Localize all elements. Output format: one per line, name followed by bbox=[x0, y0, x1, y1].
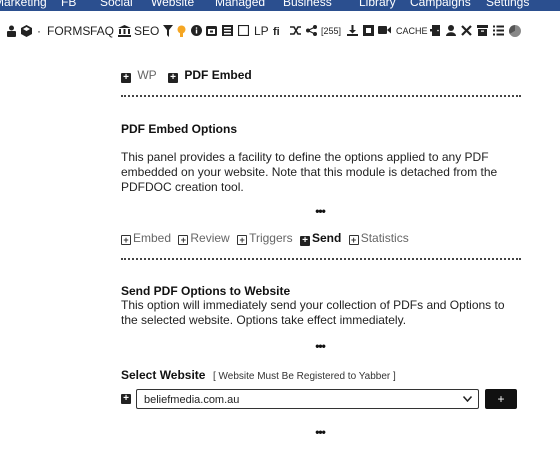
counter-badge: [255] bbox=[321, 26, 342, 36]
plus-square-outline-icon: + bbox=[121, 235, 131, 245]
plus-square-outline-icon: + bbox=[348, 235, 359, 245]
tab-review[interactable]: + Review bbox=[178, 231, 230, 245]
breadcrumb-current: PDF Embed bbox=[184, 68, 252, 82]
video-icon[interactable] bbox=[378, 20, 391, 42]
ellipsis-more[interactable]: ••• bbox=[300, 204, 340, 218]
info-icon[interactable] bbox=[191, 20, 202, 42]
tools-icon[interactable] bbox=[461, 20, 472, 42]
bullets-icon[interactable] bbox=[493, 20, 504, 42]
tab-embed[interactable]: + Embed bbox=[121, 231, 171, 245]
nav-item-managed[interactable]: Managed bbox=[215, 0, 265, 9]
list-icon[interactable] bbox=[222, 20, 233, 42]
filter-icon[interactable] bbox=[163, 20, 173, 42]
plus-square-icon: + bbox=[121, 73, 131, 83]
breadcrumb-wp[interactable]: WP bbox=[137, 68, 156, 82]
plus-square-outline-icon: + bbox=[237, 235, 248, 245]
nav-item-marketing[interactable]: Marketing bbox=[0, 0, 47, 9]
nav-item-fb[interactable]: FB bbox=[61, 0, 76, 9]
select-website-row: + beliefmedia.com.au + bbox=[121, 389, 521, 411]
forms-link[interactable]: FORMS bbox=[47, 20, 90, 42]
website-select[interactable]: beliefmedia.com.au bbox=[136, 389, 479, 409]
toolbar: · FORMS FAQ SEO LP fi [255] CACHE bbox=[0, 20, 560, 42]
archive-icon[interactable] bbox=[477, 20, 488, 42]
lp-link[interactable]: LP bbox=[254, 20, 269, 42]
faq-link[interactable]: FAQ bbox=[90, 20, 114, 42]
add-website-button[interactable]: + bbox=[485, 389, 517, 409]
nav-item-library[interactable]: Library bbox=[359, 0, 396, 9]
nav-item-social[interactable]: Social bbox=[100, 0, 133, 9]
box-icon[interactable] bbox=[363, 20, 374, 42]
ellipsis-more[interactable]: ••• bbox=[300, 339, 340, 353]
website-select-value: beliefmedia.com.au bbox=[144, 394, 240, 406]
ellipsis-more[interactable]: ••• bbox=[300, 425, 340, 439]
shuffle-icon[interactable] bbox=[290, 20, 302, 42]
user-icon[interactable] bbox=[446, 20, 456, 42]
page: Marketing FB Social Website Managed Busi… bbox=[0, 0, 560, 449]
square-icon[interactable] bbox=[238, 20, 249, 42]
share-icon[interactable] bbox=[306, 20, 317, 42]
pie-chart-icon[interactable] bbox=[509, 20, 521, 42]
seo-link[interactable]: SEO bbox=[134, 20, 159, 42]
tab-triggers[interactable]: + Triggers bbox=[237, 231, 293, 245]
plus-square-outline-icon: + bbox=[178, 235, 189, 245]
cache-link[interactable]: CACHE bbox=[396, 20, 428, 42]
calendar-icon[interactable] bbox=[206, 20, 217, 42]
nav-item-business[interactable]: Business bbox=[283, 0, 332, 9]
lightbulb-icon[interactable] bbox=[177, 20, 186, 42]
tab-bar: + Embed + Review + Triggers + Send + Statisti… bbox=[121, 231, 413, 246]
fi-ligature-icon[interactable]: fi bbox=[273, 20, 285, 42]
user-lock-icon[interactable] bbox=[6, 20, 17, 42]
divider bbox=[121, 95, 521, 97]
door-icon[interactable] bbox=[430, 20, 441, 42]
nav-item-website[interactable]: Website bbox=[151, 0, 194, 9]
send-description: This option will immediately send your c… bbox=[121, 298, 505, 327]
top-navigation: Marketing FB Social Website Managed Busi… bbox=[0, 0, 560, 11]
nav-item-campaigns[interactable]: Campaigns bbox=[410, 0, 471, 9]
select-website-note: [ Website Must Be Registered to Yabber ] bbox=[212, 371, 396, 382]
plus-square-icon: + bbox=[300, 236, 310, 246]
breadcrumb: + WP + PDF Embed bbox=[121, 68, 252, 83]
select-website-label-row: Select Website [ Website Must Be Registe… bbox=[121, 366, 396, 384]
chevron-down-icon bbox=[463, 396, 472, 402]
toolbar-bullet: · bbox=[37, 24, 41, 38]
svg-text:fi: fi bbox=[273, 26, 280, 37]
options-description: This panel provides a facility to define… bbox=[121, 150, 498, 194]
divider bbox=[121, 258, 521, 260]
download-icon[interactable] bbox=[347, 20, 358, 42]
plus-square-icon: + bbox=[168, 73, 179, 83]
nav-item-settings[interactable]: Settings bbox=[486, 0, 529, 9]
cube-icon[interactable] bbox=[21, 20, 32, 42]
tab-statistics[interactable]: + Statistics bbox=[348, 231, 409, 245]
send-heading: Send PDF Options to Website bbox=[121, 284, 291, 298]
options-heading: PDF Embed Options bbox=[121, 122, 238, 136]
select-website-label: Select Website bbox=[121, 368, 206, 382]
plus-square-icon[interactable]: + bbox=[121, 394, 131, 404]
bank-icon[interactable] bbox=[118, 20, 131, 42]
tab-send[interactable]: + Send bbox=[300, 231, 341, 246]
